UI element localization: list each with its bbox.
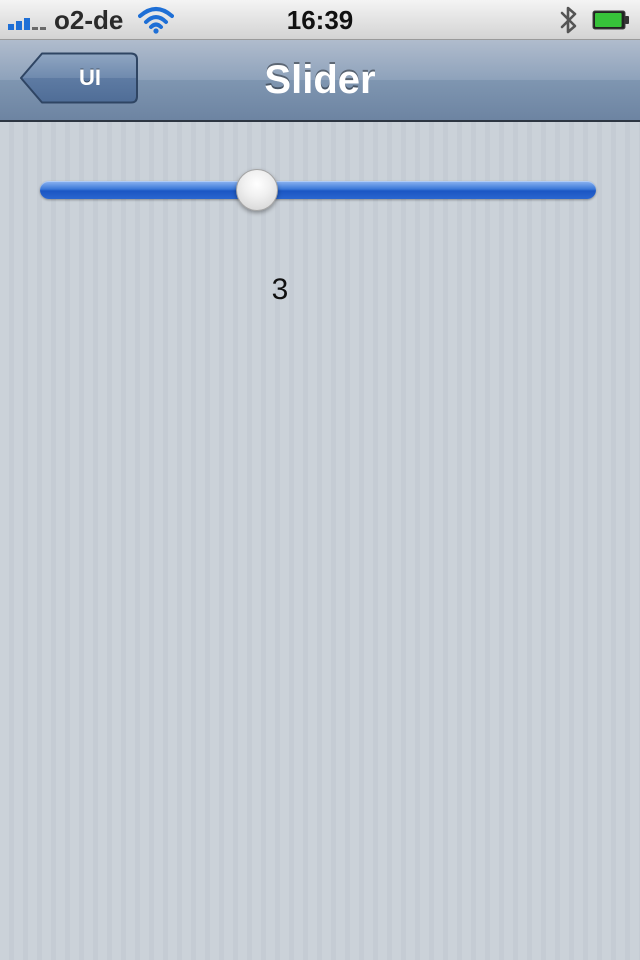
- status-time: 16:39: [286, 5, 354, 35]
- battery-icon: [592, 10, 629, 30]
- back-button[interactable]: UI: [20, 52, 138, 104]
- status-bar: o2-de 16:39: [0, 0, 640, 40]
- slider-value-label: 3: [271, 273, 289, 306]
- back-button-label: UI: [79, 65, 101, 90]
- screen: o2-de 16:39 UI Slider 3: [0, 0, 640, 960]
- value-slider[interactable]: [40, 160, 596, 220]
- page-title: Slider: [264, 58, 376, 102]
- slider-track[interactable]: [40, 181, 596, 199]
- navigation-bar: UI Slider: [0, 40, 640, 122]
- bluetooth-icon: [560, 6, 577, 34]
- slider-thumb[interactable]: [235, 169, 278, 211]
